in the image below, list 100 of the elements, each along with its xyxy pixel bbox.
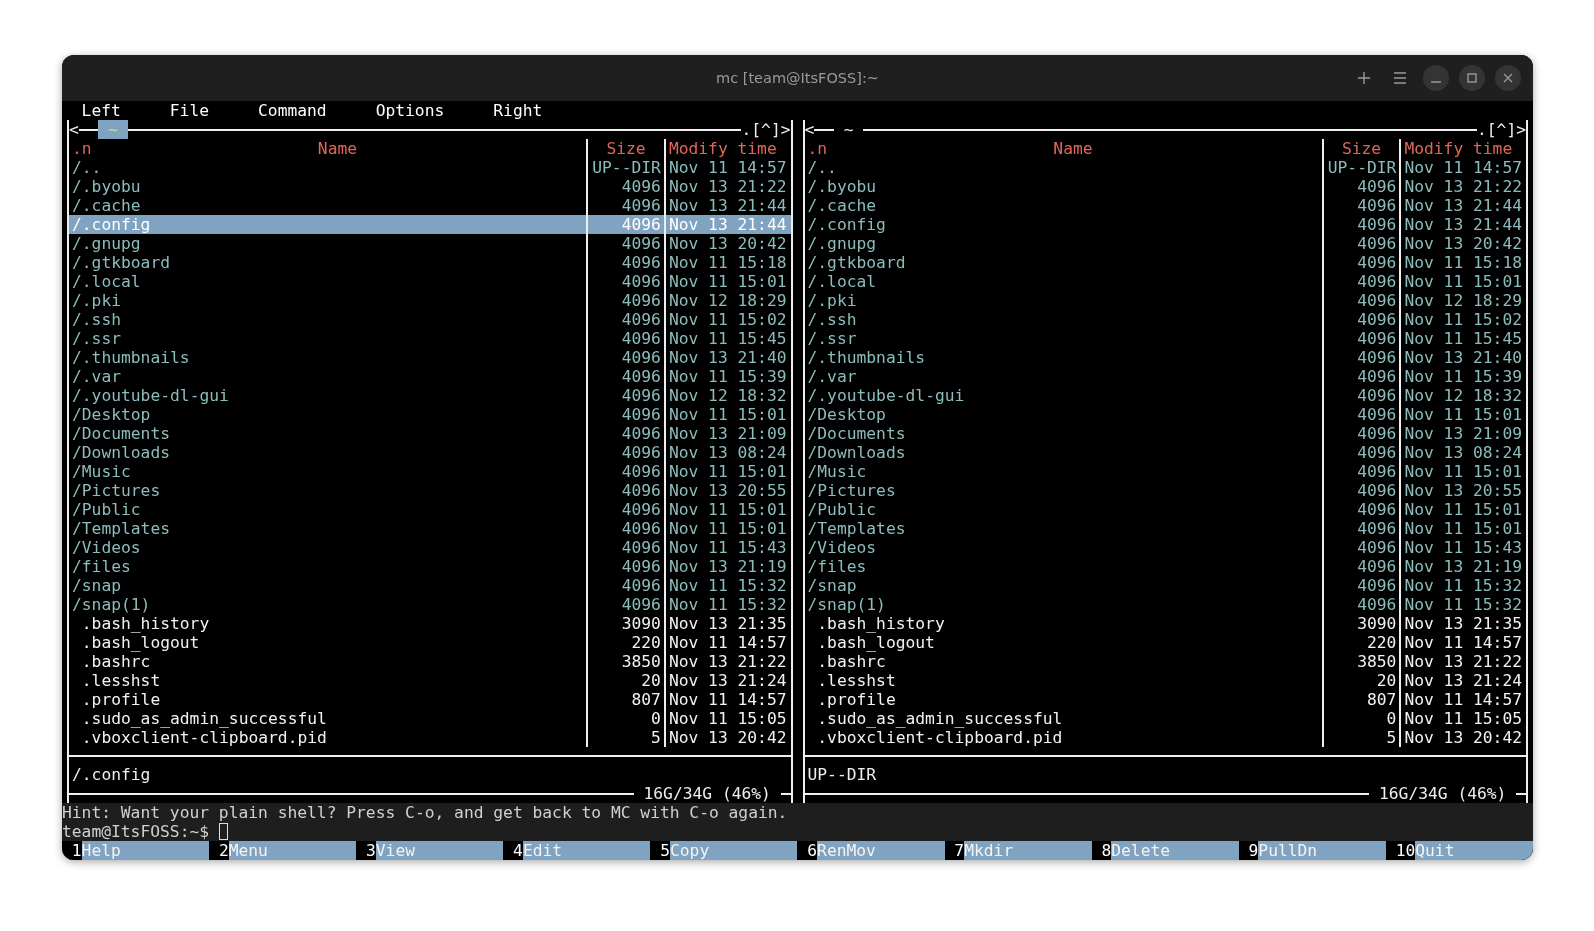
file-name[interactable]: /Downloads (69, 443, 587, 462)
file-name[interactable]: /.ssh (804, 310, 1322, 329)
file-name[interactable]: .bashrc (804, 652, 1322, 671)
function-key[interactable]: 7Mkdir (944, 841, 1092, 860)
menu-item[interactable]: File (169, 101, 210, 120)
function-key[interactable]: 4Edit (503, 841, 651, 860)
file-name[interactable]: .bash_history (69, 614, 587, 633)
file-name[interactable]: /Templates (69, 519, 587, 538)
function-key[interactable]: 6RenMov (797, 841, 945, 860)
function-key[interactable]: 10Quit (1385, 841, 1533, 860)
file-name[interactable]: /.ssr (69, 329, 587, 348)
file-name[interactable]: /.local (804, 272, 1322, 291)
file-name[interactable]: .bash_logout (804, 633, 1322, 652)
file-name[interactable]: /Public (69, 500, 587, 519)
file-size: 4096 (1321, 576, 1400, 595)
file-name[interactable]: /snap (69, 576, 587, 595)
file-name[interactable]: /.youtube-dl-gui (804, 386, 1322, 405)
column-header[interactable]: Name (317, 139, 358, 158)
sort-indicator[interactable]: .n (72, 139, 92, 158)
file-name[interactable]: .bashrc (69, 652, 587, 671)
maximize-button[interactable] (1459, 65, 1485, 91)
file-name[interactable]: .sudo_as_admin_successful (69, 709, 587, 728)
file-name[interactable]: .bash_history (804, 614, 1322, 633)
file-name[interactable]: /.gnupg (804, 234, 1322, 253)
file-name[interactable]: /Videos (804, 538, 1322, 557)
file-size: 220 (1321, 633, 1400, 652)
file-name[interactable]: /.var (69, 367, 587, 386)
file-name[interactable]: /.var (804, 367, 1322, 386)
menu-item[interactable]: Options (375, 101, 445, 120)
file-name[interactable]: .vboxclient-clipboard.pid (804, 728, 1322, 747)
function-key[interactable]: 2Menu (209, 841, 357, 860)
column-header[interactable]: Modify time (1404, 139, 1513, 158)
file-name[interactable]: /Videos (69, 538, 587, 557)
file-name[interactable]: /.local (69, 272, 587, 291)
file-size: 4096 (1321, 272, 1400, 291)
file-name[interactable]: /Public (804, 500, 1322, 519)
current-path[interactable]: ~ (833, 120, 864, 139)
menu-item[interactable]: Left (81, 101, 121, 120)
file-name[interactable]: .profile (69, 690, 587, 709)
nav-left-arrow[interactable]: < (804, 120, 815, 139)
minimize-button[interactable] (1423, 65, 1449, 91)
file-name[interactable]: /.cache (69, 196, 587, 215)
close-button[interactable] (1495, 65, 1521, 91)
function-key[interactable]: 5Copy (650, 841, 798, 860)
file-name[interactable]: .sudo_as_admin_successful (804, 709, 1322, 728)
file-name[interactable]: /Music (69, 462, 587, 481)
file-name[interactable]: /.thumbnails (69, 348, 587, 367)
function-key[interactable]: 1Help (62, 841, 210, 860)
file-name[interactable]: /.config (804, 215, 1322, 234)
menu-item[interactable]: Command (258, 101, 327, 120)
column-header[interactable]: Name (1053, 139, 1093, 158)
file-name[interactable]: /snap(1) (804, 595, 1322, 614)
file-name[interactable]: /.ssr (804, 329, 1322, 348)
file-name[interactable]: /.cache (804, 196, 1322, 215)
file-name[interactable]: /snap(1) (69, 595, 587, 614)
file-name[interactable]: /.. (804, 158, 1322, 177)
file-name[interactable]: /.ssh (69, 310, 587, 329)
file-name[interactable]: /snap (804, 576, 1322, 595)
file-name[interactable]: .bash_logout (69, 633, 587, 652)
file-name[interactable]: .vboxclient-clipboard.pid (69, 728, 587, 747)
function-key[interactable]: 3View (356, 841, 504, 860)
column-header[interactable]: Modify time (668, 139, 777, 158)
file-name[interactable]: /Pictures (69, 481, 587, 500)
file-name[interactable]: /Templates (804, 519, 1322, 538)
maximize-icon (1465, 71, 1479, 85)
file-name[interactable]: /Music (804, 462, 1322, 481)
file-name[interactable]: /.gtkboard (69, 253, 587, 272)
function-key[interactable]: 8Delete (1091, 841, 1239, 860)
file-name[interactable]: /.gnupg (69, 234, 587, 253)
file-name[interactable]: /Documents (804, 424, 1322, 443)
nav-right-arrows[interactable]: .[^]> (1477, 120, 1526, 139)
file-name[interactable]: /Pictures (804, 481, 1322, 500)
nav-right-arrows[interactable]: .[^]> (741, 120, 791, 139)
file-name[interactable]: /files (69, 557, 587, 576)
modified-time: Nov 11 15:18 (663, 253, 791, 272)
file-name[interactable]: .lesshst (69, 671, 587, 690)
file-name[interactable]: .lesshst (804, 671, 1322, 690)
file-name[interactable]: /.. (69, 158, 587, 177)
file-name[interactable]: /.byobu (69, 177, 587, 196)
sort-indicator[interactable]: .n (807, 139, 828, 158)
file-name[interactable]: /.pki (804, 291, 1322, 310)
file-name[interactable]: /files (804, 557, 1322, 576)
file-name[interactable]: /.pki (69, 291, 587, 310)
file-name[interactable]: /Documents (69, 424, 587, 443)
file-name[interactable]: /Desktop (69, 405, 587, 424)
file-size: 4096 (1321, 595, 1400, 614)
file-name[interactable]: /Desktop (804, 405, 1322, 424)
nav-left-arrow[interactable]: < (69, 120, 79, 139)
file-name[interactable]: /.youtube-dl-gui (69, 386, 587, 405)
file-size: 4096 (586, 595, 664, 614)
file-name[interactable]: /.thumbnails (804, 348, 1322, 367)
function-key[interactable]: 9PullDn (1238, 841, 1386, 860)
file-name[interactable]: /Downloads (804, 443, 1322, 462)
file-name[interactable]: /.byobu (804, 177, 1322, 196)
file-name[interactable]: /.gtkboard (804, 253, 1322, 272)
file-name[interactable]: .profile (804, 690, 1322, 709)
modified-time: Nov 11 15:01 (1399, 462, 1526, 481)
column-header[interactable]: Size (606, 139, 646, 158)
menu-item[interactable]: Right (493, 101, 543, 120)
column-header[interactable]: Size (1341, 139, 1382, 158)
